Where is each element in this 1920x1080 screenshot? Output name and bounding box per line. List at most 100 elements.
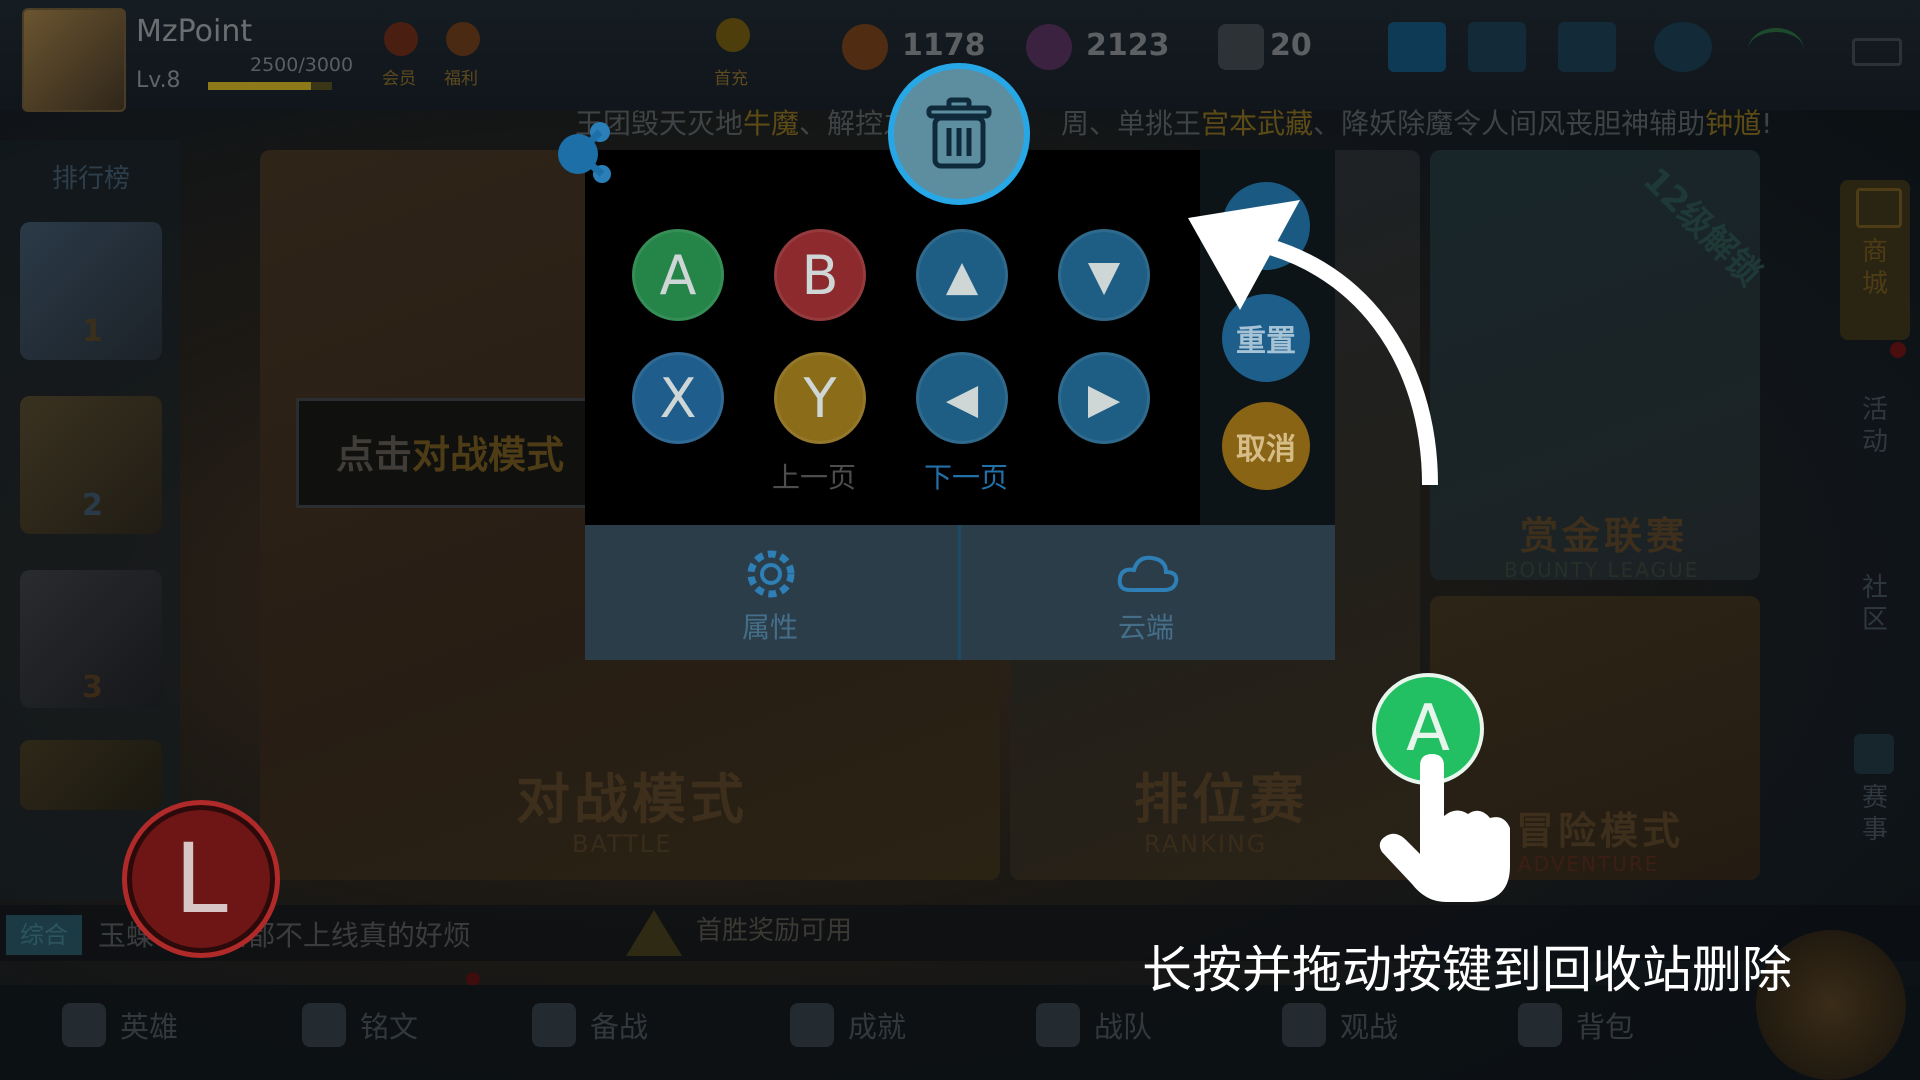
card-subtitle: BATTLE: [572, 830, 673, 858]
nav-label: 观战: [1340, 1010, 1399, 1044]
notification-dot: [1890, 342, 1906, 358]
nav-backpack[interactable]: 背包: [1518, 1003, 1634, 1047]
coupon-amount: 20: [1270, 28, 1312, 63]
member-label: 会员: [382, 69, 416, 89]
wifi-icon: [1748, 28, 1804, 72]
card-subtitle: BOUNTY LEAGUE: [1504, 558, 1700, 582]
backpack-icon: [1518, 1003, 1562, 1047]
chat-channel-tag[interactable]: 综合: [6, 915, 82, 955]
first-recharge-label: 首充: [714, 69, 748, 89]
mail-icon[interactable]: [1558, 22, 1616, 72]
key-left-button[interactable]: ◀: [916, 352, 1008, 444]
marquee-highlight: 宫本武藏: [1201, 107, 1314, 140]
friends-icon[interactable]: [1468, 22, 1526, 72]
inscription-icon: [302, 1003, 346, 1047]
properties-tab[interactable]: 属性: [742, 606, 798, 646]
key-down-button[interactable]: ▼: [1058, 229, 1150, 321]
card-title: 赏金联赛: [1520, 514, 1689, 558]
gold-coin-icon: [842, 24, 888, 70]
card-subtitle: ADVENTURE: [1518, 852, 1660, 876]
tutorial-tip-text: 点击对战模式: [336, 424, 564, 479]
rank-card[interactable]: 2: [20, 396, 162, 534]
trash-icon: [926, 97, 992, 169]
gear-icon: [747, 550, 795, 598]
hand-pointer-icon: [1379, 754, 1510, 902]
team-icon: [1036, 1003, 1080, 1047]
diamond-icon: [1026, 24, 1072, 70]
link-handle-icon[interactable]: [552, 118, 622, 188]
card-title: 排位赛: [1134, 768, 1308, 831]
avatar[interactable]: [22, 8, 126, 112]
tip-prefix: 点击: [336, 433, 413, 477]
marquee-part: !: [1761, 107, 1773, 140]
cloud-tab[interactable]: 云端: [1118, 606, 1174, 646]
first-recharge-icon[interactable]: [716, 18, 750, 52]
card-subtitle: RANKING: [1144, 830, 1268, 858]
key-x-button[interactable]: X: [632, 352, 724, 444]
right-nav-label[interactable]: 赛事: [1860, 782, 1890, 846]
xp-text: 2500/3000: [250, 54, 354, 76]
rank-card[interactable]: 1: [20, 222, 162, 360]
nav-label: 背包: [1576, 1010, 1635, 1044]
first-win-text: 首胜奖励可用: [696, 916, 853, 946]
card-title: 冒险模式: [1516, 809, 1685, 853]
rank-number: 3: [82, 670, 103, 705]
rank-number: 1: [82, 314, 103, 349]
trophy-icon: [1854, 734, 1894, 774]
right-nav-label[interactable]: 社区: [1860, 572, 1890, 636]
cloud-icon: [1117, 555, 1179, 592]
right-nav-label: 商城: [1861, 237, 1888, 299]
add-friend-button[interactable]: [1388, 22, 1446, 72]
nav-spectate[interactable]: 观战: [1282, 1003, 1398, 1047]
cart-icon: [1856, 188, 1902, 228]
settings-gear-icon[interactable]: [1654, 22, 1712, 72]
key-y-button[interactable]: Y: [774, 352, 866, 444]
achievement-icon: [790, 1003, 834, 1047]
battery-icon: [1852, 38, 1902, 66]
nav-team[interactable]: 战队: [1036, 1003, 1152, 1047]
hero-icon: [62, 1003, 106, 1047]
key-b-button[interactable]: B: [774, 229, 866, 321]
nav-label: 成就: [848, 1010, 907, 1044]
keymap-panel: [585, 150, 1200, 525]
instruction-hint: 长按并拖动按键到回收站删除: [1142, 941, 1792, 999]
welfare-label: 福利: [444, 69, 478, 89]
xp-bar: [208, 82, 332, 90]
gold-amount: 1178: [902, 28, 986, 63]
member-icon[interactable]: [384, 22, 418, 56]
footer-divider: [958, 525, 961, 660]
notification-dot: [466, 972, 480, 986]
prev-page-button[interactable]: 上一页: [772, 456, 856, 496]
right-nav-label[interactable]: 活动: [1860, 394, 1890, 458]
nav-heroes[interactable]: 英雄: [62, 1003, 178, 1047]
ranking-title: 排行榜: [52, 164, 131, 194]
drag-arrow-icon: [1188, 200, 1438, 486]
marquee-announcement: 王团毁天灭地牛魔、解控之 周、单挑王宫本武藏、降妖除魔令人间风丧胆神辅助钟馗!: [575, 102, 1772, 142]
joystick-l-button[interactable]: L: [122, 800, 280, 958]
nav-prepare[interactable]: 备战: [532, 1003, 648, 1047]
nav-label: 铭文: [360, 1010, 419, 1044]
prepare-icon: [532, 1003, 576, 1047]
player-level: Lv.8: [136, 68, 181, 93]
next-page-button[interactable]: 下一页: [924, 456, 1008, 496]
diamond-amount: 2123: [1086, 28, 1170, 63]
rank-card[interactable]: [20, 740, 162, 810]
nav-label: 备战: [590, 1010, 649, 1044]
key-right-button[interactable]: ▶: [1058, 352, 1150, 444]
nav-label: 战队: [1094, 1010, 1153, 1044]
rank-card[interactable]: 3: [20, 570, 162, 708]
nav-achievements[interactable]: 成就: [790, 1003, 906, 1047]
tip-highlight: 对战模式: [412, 433, 565, 477]
marquee-part: 周、单挑王: [1061, 107, 1202, 140]
key-up-button[interactable]: ▲: [916, 229, 1008, 321]
nav-inscriptions[interactable]: 铭文: [302, 1003, 418, 1047]
rank-number: 2: [82, 488, 103, 523]
nav-label: 英雄: [120, 1010, 179, 1044]
welfare-icon[interactable]: [446, 22, 480, 56]
marquee-part: 、降妖除魔令人间风丧胆神辅助: [1313, 107, 1706, 140]
play-icon: [1282, 1003, 1326, 1047]
recycle-bin[interactable]: [888, 63, 1030, 205]
key-a-button[interactable]: A: [632, 229, 724, 321]
card-title: 对战模式: [516, 768, 748, 831]
shop-nav-item[interactable]: 商城: [1840, 180, 1910, 340]
